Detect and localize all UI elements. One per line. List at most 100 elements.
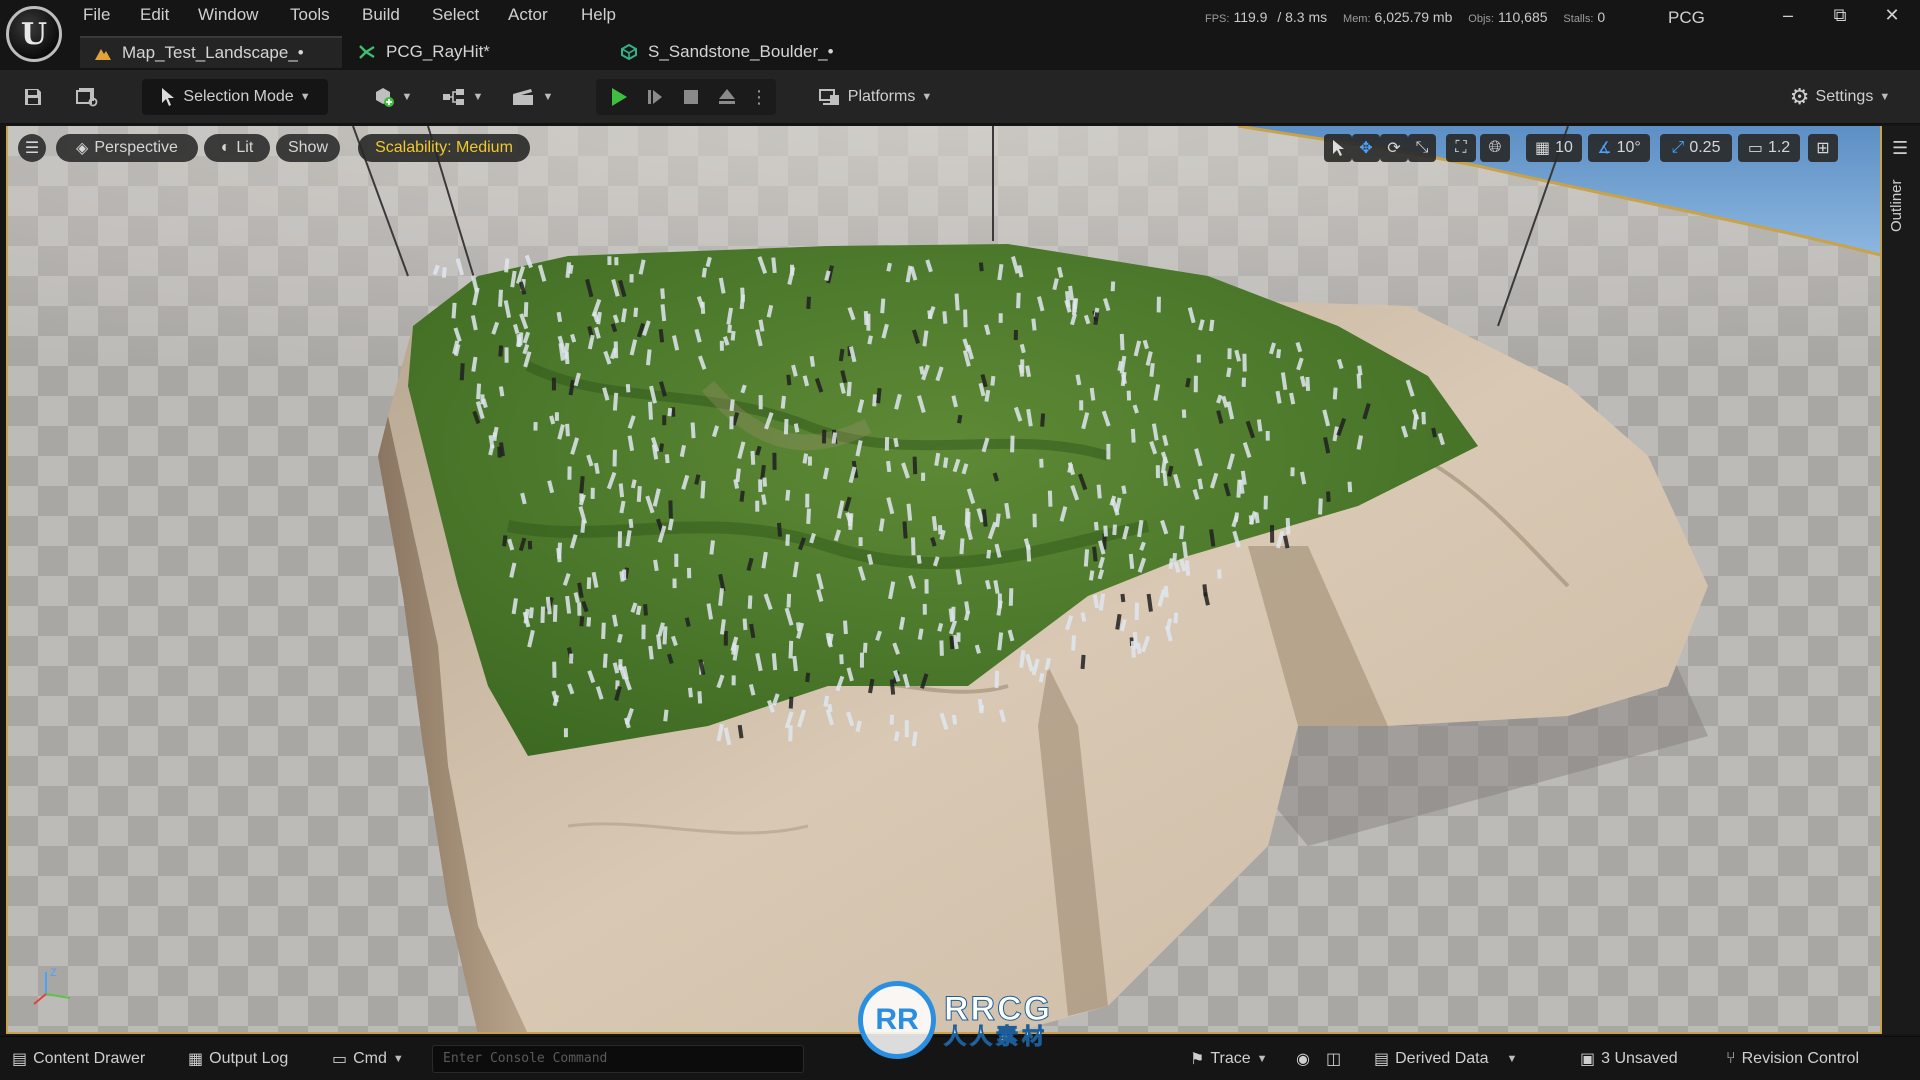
unreal-logo-icon[interactable]: U: [6, 6, 62, 62]
grass-blade: [1093, 521, 1099, 531]
grass-blade: [785, 534, 790, 546]
grass-blade: [617, 531, 622, 548]
content-drawer-label: Content Drawer: [33, 1050, 146, 1067]
grass-blade: [540, 606, 545, 624]
content-drawer-button[interactable]: ▤ Content Drawer: [12, 1047, 145, 1071]
rotate-tool-icon[interactable]: ⟳: [1380, 134, 1408, 162]
level-viewport[interactable]: ☰ ◈ Perspective ◐ Lit Show Scalability: …: [6, 126, 1882, 1034]
menu-select[interactable]: Select: [432, 5, 479, 25]
record-icon[interactable]: ◉: [1296, 1047, 1310, 1071]
select-tool-icon[interactable]: [1324, 134, 1352, 162]
menu-edit[interactable]: Edit: [140, 5, 169, 25]
grass-blade: [1347, 481, 1353, 493]
add-actor-button[interactable]: ▼: [366, 79, 418, 115]
mem-label: Mem:: [1343, 13, 1371, 25]
surface-snapping-icon[interactable]: ⛶: [1446, 134, 1476, 162]
menu-file[interactable]: File: [83, 5, 110, 25]
lit-mode-button[interactable]: ◐ Lit: [204, 134, 270, 162]
outliner-tab[interactable]: Outliner: [1888, 179, 1905, 232]
grass-blade: [1265, 430, 1270, 441]
grass-blade: [723, 630, 728, 646]
screenshot-icon[interactable]: ◫: [1326, 1047, 1341, 1071]
menu-tools[interactable]: Tools: [290, 5, 330, 25]
content-drawer-icon: ▤: [12, 1051, 28, 1068]
derived-data-dropdown[interactable]: ▤ Derived Data ▼: [1374, 1047, 1517, 1071]
tab-map-test-landscape[interactable]: Map_Test_Landscape_•: [80, 36, 342, 68]
watermark-badge-icon: RR: [858, 981, 936, 1059]
play-button[interactable]: [602, 79, 636, 115]
grass-blade: [613, 341, 619, 359]
translate-tool-icon[interactable]: ✥: [1352, 134, 1380, 162]
cmd-dropdown[interactable]: ▭ Cmd ▼: [332, 1047, 404, 1071]
viewport-scene[interactable]: [8, 126, 1882, 1034]
grass-blade: [939, 640, 944, 656]
cinematics-button[interactable]: ▼: [506, 79, 558, 115]
menu-help[interactable]: Help: [581, 5, 616, 25]
document-tabs: Map_Test_Landscape_• PCG_RayHit* S_Sands…: [0, 32, 1920, 70]
grass-blade: [1217, 569, 1222, 579]
show-flags-button[interactable]: Show: [276, 134, 340, 162]
main-toolbar: Selection Mode ▼ ▼ ▼ ▼ ⋮ Platforms ▼ ⚙ S…: [0, 70, 1920, 124]
browse-content-icon[interactable]: [70, 79, 104, 115]
scale-snap-button[interactable]: ⤢ 0.25: [1660, 134, 1732, 162]
grass-blade: [564, 351, 570, 365]
minimize-button[interactable]: –: [1770, 2, 1806, 28]
grass-blade: [755, 500, 760, 512]
viewport-layout-icon[interactable]: ⊞: [1808, 134, 1838, 162]
chevron-down-icon: ▼: [1506, 1053, 1518, 1065]
console-command-input[interactable]: Enter Console Command: [432, 1045, 804, 1073]
more-options-icon[interactable]: ⋮: [746, 79, 772, 115]
grass-blade: [1181, 409, 1187, 418]
tab-sandstone-boulder[interactable]: S_Sandstone_Boulder_•: [606, 36, 866, 68]
unsaved-button[interactable]: ▣ 3 Unsaved: [1580, 1047, 1678, 1071]
grass-blade: [839, 654, 844, 665]
grass-blade: [1112, 524, 1117, 536]
frame-ms: / 8.3 ms: [1277, 9, 1328, 25]
grass-blade: [668, 500, 673, 519]
grass-blade: [772, 452, 777, 470]
world-local-icon[interactable]: 🌐︎: [1480, 134, 1510, 162]
rotation-snap-value: 10°: [1616, 139, 1641, 156]
scalability-badge[interactable]: Scalability: Medium: [358, 134, 530, 162]
grass-blade: [1356, 373, 1362, 389]
grass-blade: [1305, 376, 1311, 391]
menu-window[interactable]: Window: [198, 5, 258, 25]
cursor-icon: [162, 88, 175, 106]
settings-dropdown[interactable]: ⚙ Settings ▼: [1780, 79, 1900, 115]
camera-speed-button[interactable]: ▭ 1.2: [1738, 134, 1800, 162]
grass-blade: [590, 487, 595, 499]
grass-blade: [994, 670, 1000, 689]
rotation-snap-button[interactable]: ∡ 10°: [1588, 134, 1650, 162]
grass-blade: [921, 472, 926, 481]
output-log-button[interactable]: ▦ Output Log: [188, 1047, 288, 1071]
grass-blade: [625, 384, 631, 393]
selection-mode-dropdown[interactable]: Selection Mode ▼: [142, 79, 328, 115]
save-icon[interactable]: [16, 79, 50, 115]
platforms-dropdown[interactable]: Platforms ▼: [808, 79, 942, 115]
stalls-label: Stalls:: [1563, 13, 1594, 25]
menu-actor[interactable]: Actor: [508, 5, 548, 25]
unsaved-icon: ▣: [1580, 1051, 1596, 1068]
outliner-menu-icon[interactable]: ☰: [1892, 138, 1908, 159]
scale-tool-icon[interactable]: ⤡: [1408, 134, 1436, 162]
menu-build[interactable]: Build: [362, 5, 400, 25]
advance-frame-button[interactable]: [638, 79, 672, 115]
blueprint-button[interactable]: ▼: [436, 79, 488, 115]
watermark-text: RRCG 人人素材: [943, 992, 1052, 1049]
trace-dropdown[interactable]: ⚑ Trace ▼: [1190, 1047, 1268, 1071]
tab-pcg-rayhit[interactable]: PCG_RayHit*: [344, 36, 584, 68]
grass-blade: [924, 579, 929, 594]
viewport-menu-button[interactable]: ☰: [18, 134, 46, 162]
title-bar: U File Edit Window Tools Build Select Ac…: [0, 0, 1920, 62]
grid-snap-button[interactable]: ▦ 10: [1526, 134, 1582, 162]
tab-label: PCG_RayHit*: [386, 42, 490, 61]
revision-control-button[interactable]: ⑂ Revision Control: [1726, 1047, 1859, 1071]
grass-blade: [586, 617, 592, 627]
restore-button[interactable]: ⧉: [1822, 2, 1858, 28]
grass-blade: [1130, 428, 1136, 443]
stop-button[interactable]: [674, 79, 708, 115]
eject-button[interactable]: [710, 79, 744, 115]
perspective-button[interactable]: ◈ Perspective: [56, 134, 198, 162]
grass-blade: [872, 394, 877, 407]
close-button[interactable]: ✕: [1874, 2, 1910, 28]
